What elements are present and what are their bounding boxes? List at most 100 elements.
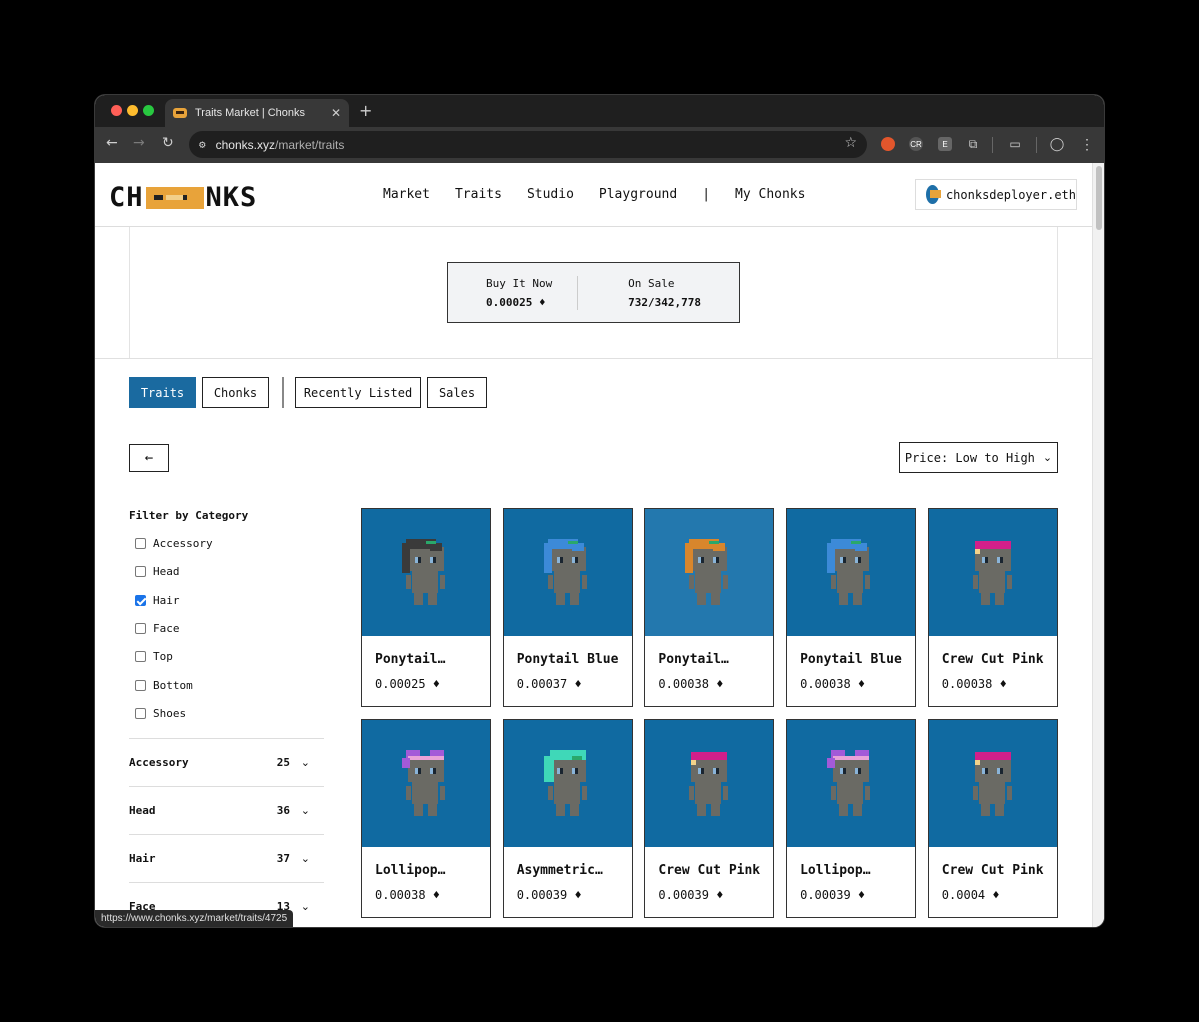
chevron-down-icon: ⌄ xyxy=(300,900,310,913)
chevron-down-icon: ⌄ xyxy=(300,852,310,865)
chonk-sprite-icon xyxy=(967,746,1019,826)
filter-item-face[interactable]: Face xyxy=(135,622,180,635)
on-sale-label: On Sale xyxy=(628,277,675,290)
wallet-button[interactable]: chonksdeployer.eth xyxy=(915,179,1077,210)
trait-image xyxy=(362,509,490,636)
e-extension-icon[interactable]: E xyxy=(938,137,952,151)
trait-name: Crew Cut Pink xyxy=(941,863,1044,878)
bookmark-star-icon[interactable]: ☆ xyxy=(844,135,857,151)
tab-title: Traits Market | Chonks xyxy=(195,107,306,119)
trait-price: 0.00025 ♦ xyxy=(375,677,441,691)
metamask-extension-icon[interactable] xyxy=(881,137,895,151)
checkbox[interactable] xyxy=(135,566,146,578)
new-tab-button[interactable]: + xyxy=(359,101,372,120)
tab-traits[interactable]: Traits xyxy=(129,377,196,408)
filter-item-hair[interactable]: Hair xyxy=(135,594,180,607)
chonk-sprite-icon xyxy=(683,746,735,826)
forward-arrow-icon[interactable]: → xyxy=(133,135,145,151)
logo-text-left: CH xyxy=(109,182,144,213)
trait-image xyxy=(645,720,774,847)
tab-close-icon[interactable]: ✕ xyxy=(331,106,341,120)
trait-card[interactable]: Ponytail… 0.00025 ♦ xyxy=(361,508,491,707)
cr-extension-icon[interactable]: CR xyxy=(909,137,923,151)
nav-playground[interactable]: Playground xyxy=(599,187,677,202)
tab-recently-listed[interactable]: Recently Listed xyxy=(295,377,421,408)
filter-title: Filter by Category xyxy=(129,509,249,522)
trait-image xyxy=(503,509,632,636)
address-bar[interactable]: ⚙ chonks.xyz/market/traits ☆ xyxy=(189,131,867,158)
nav-traits[interactable]: Traits xyxy=(455,187,502,202)
media-cast-icon[interactable]: ▭ xyxy=(1008,137,1022,151)
title-bar: Traits Market | Chonks ✕ + xyxy=(95,95,1104,127)
checkbox[interactable] xyxy=(135,651,146,663)
link-status-bar: https://www.chonks.xyz/market/traits/472… xyxy=(95,910,294,927)
tab-divider xyxy=(282,377,284,408)
nav-my-chonks[interactable]: My Chonks xyxy=(735,187,805,202)
checkbox[interactable] xyxy=(135,594,146,606)
checkbox[interactable] xyxy=(135,538,146,549)
trait-card[interactable]: Crew Cut Pink 0.00039 ♦ xyxy=(644,719,775,918)
trait-card[interactable]: Ponytail Blue 0.00038 ♦ xyxy=(786,508,917,707)
filter-item-head[interactable]: Head xyxy=(135,565,180,578)
market-stats: Buy It Now 0.00025 ♦ On Sale 732/342,778 xyxy=(447,262,740,323)
accordion-hair[interactable]: Hair 37 ⌄ xyxy=(129,834,324,882)
trait-price: 0.00038 ♦ xyxy=(941,677,1007,691)
trait-card[interactable]: Crew Cut Pink 0.0004 ♦ xyxy=(927,719,1058,918)
filter-item-top[interactable]: Top xyxy=(135,650,173,663)
minimize-window-button[interactable] xyxy=(127,105,138,116)
profile-icon[interactable]: ◯ xyxy=(1050,136,1065,151)
toolbar-divider xyxy=(992,137,993,153)
trait-image xyxy=(645,509,774,636)
tab-chonks[interactable]: Chonks xyxy=(202,377,269,408)
checkbox[interactable] xyxy=(135,707,146,719)
chonks-logo[interactable]: CH NKS xyxy=(109,182,257,213)
trait-card[interactable]: Ponytail… 0.00038 ♦ xyxy=(644,508,775,707)
sort-label: Price: Low to High xyxy=(904,450,1035,465)
browser-toolbar: ← → ↻ ⚙ chonks.xyz/market/traits ☆ CR E … xyxy=(95,127,1104,163)
chonk-sprite-icon xyxy=(683,535,735,615)
checkbox[interactable] xyxy=(135,622,146,634)
buy-it-now-stat: Buy It Now 0.00025 ♦ xyxy=(448,263,577,322)
chonk-sprite-icon xyxy=(400,535,452,615)
filter-item-bottom[interactable]: Bottom xyxy=(135,679,193,692)
browser-tab[interactable]: Traits Market | Chonks ✕ xyxy=(165,99,349,127)
nav-studio[interactable]: Studio xyxy=(527,187,574,202)
chonk-sprite-icon xyxy=(542,746,594,826)
trait-price: 0.00037 ♦ xyxy=(516,677,582,691)
reload-icon[interactable]: ↻ xyxy=(162,135,174,151)
filter-item-shoes[interactable]: Shoes xyxy=(135,707,186,720)
trait-image xyxy=(928,509,1057,636)
maximize-window-button[interactable] xyxy=(143,105,154,116)
site-info-icon[interactable]: ⚙ xyxy=(199,138,206,151)
filter-label: Head xyxy=(153,565,180,579)
close-window-button[interactable] xyxy=(111,105,122,116)
extensions-puzzle-icon[interactable]: ⧉ xyxy=(966,137,980,151)
back-button[interactable]: ← xyxy=(129,444,169,472)
trait-card[interactable]: Asymmetric… 0.00039 ♦ xyxy=(502,719,633,918)
trait-card[interactable]: Lollipop… 0.00039 ♦ xyxy=(786,719,917,918)
accordion-label: Head xyxy=(129,804,156,817)
sort-dropdown[interactable]: Price: Low to High ⌄ xyxy=(899,442,1058,473)
page-scrollbar[interactable] xyxy=(1092,163,1104,927)
back-arrow-icon[interactable]: ← xyxy=(106,135,118,151)
page-viewport: CH NKS Market Traits Studio Playground |… xyxy=(95,163,1104,927)
logo-text-right: NKS xyxy=(205,182,258,213)
trait-image xyxy=(787,720,916,847)
browser-menu-icon[interactable]: ⋮ xyxy=(1080,136,1094,152)
filter-item-accessory[interactable]: Accessory xyxy=(135,537,213,550)
checkbox[interactable] xyxy=(135,679,146,691)
nav-market[interactable]: Market xyxy=(383,187,430,202)
browser-window: Traits Market | Chonks ✕ + ← → ↻ ⚙ chonk… xyxy=(95,95,1104,927)
tab-sales[interactable]: Sales xyxy=(427,377,487,408)
on-sale-value: 732/342,778 xyxy=(628,296,701,309)
trait-card[interactable]: Lollipop… 0.00038 ♦ xyxy=(361,719,491,918)
trait-card[interactable]: Ponytail Blue 0.00037 ♦ xyxy=(502,508,633,707)
trait-card[interactable]: Crew Cut Pink 0.00038 ♦ xyxy=(927,508,1058,707)
accordion-head[interactable]: Head 36 ⌄ xyxy=(129,786,324,834)
trait-image xyxy=(362,720,490,847)
trait-price: 0.0004 ♦ xyxy=(941,888,1000,902)
scrollbar-thumb[interactable] xyxy=(1096,166,1102,230)
accordion-accessory[interactable]: Accessory 25 ⌄ xyxy=(129,738,324,786)
trait-image xyxy=(787,509,916,636)
hero-divider xyxy=(95,358,1092,359)
